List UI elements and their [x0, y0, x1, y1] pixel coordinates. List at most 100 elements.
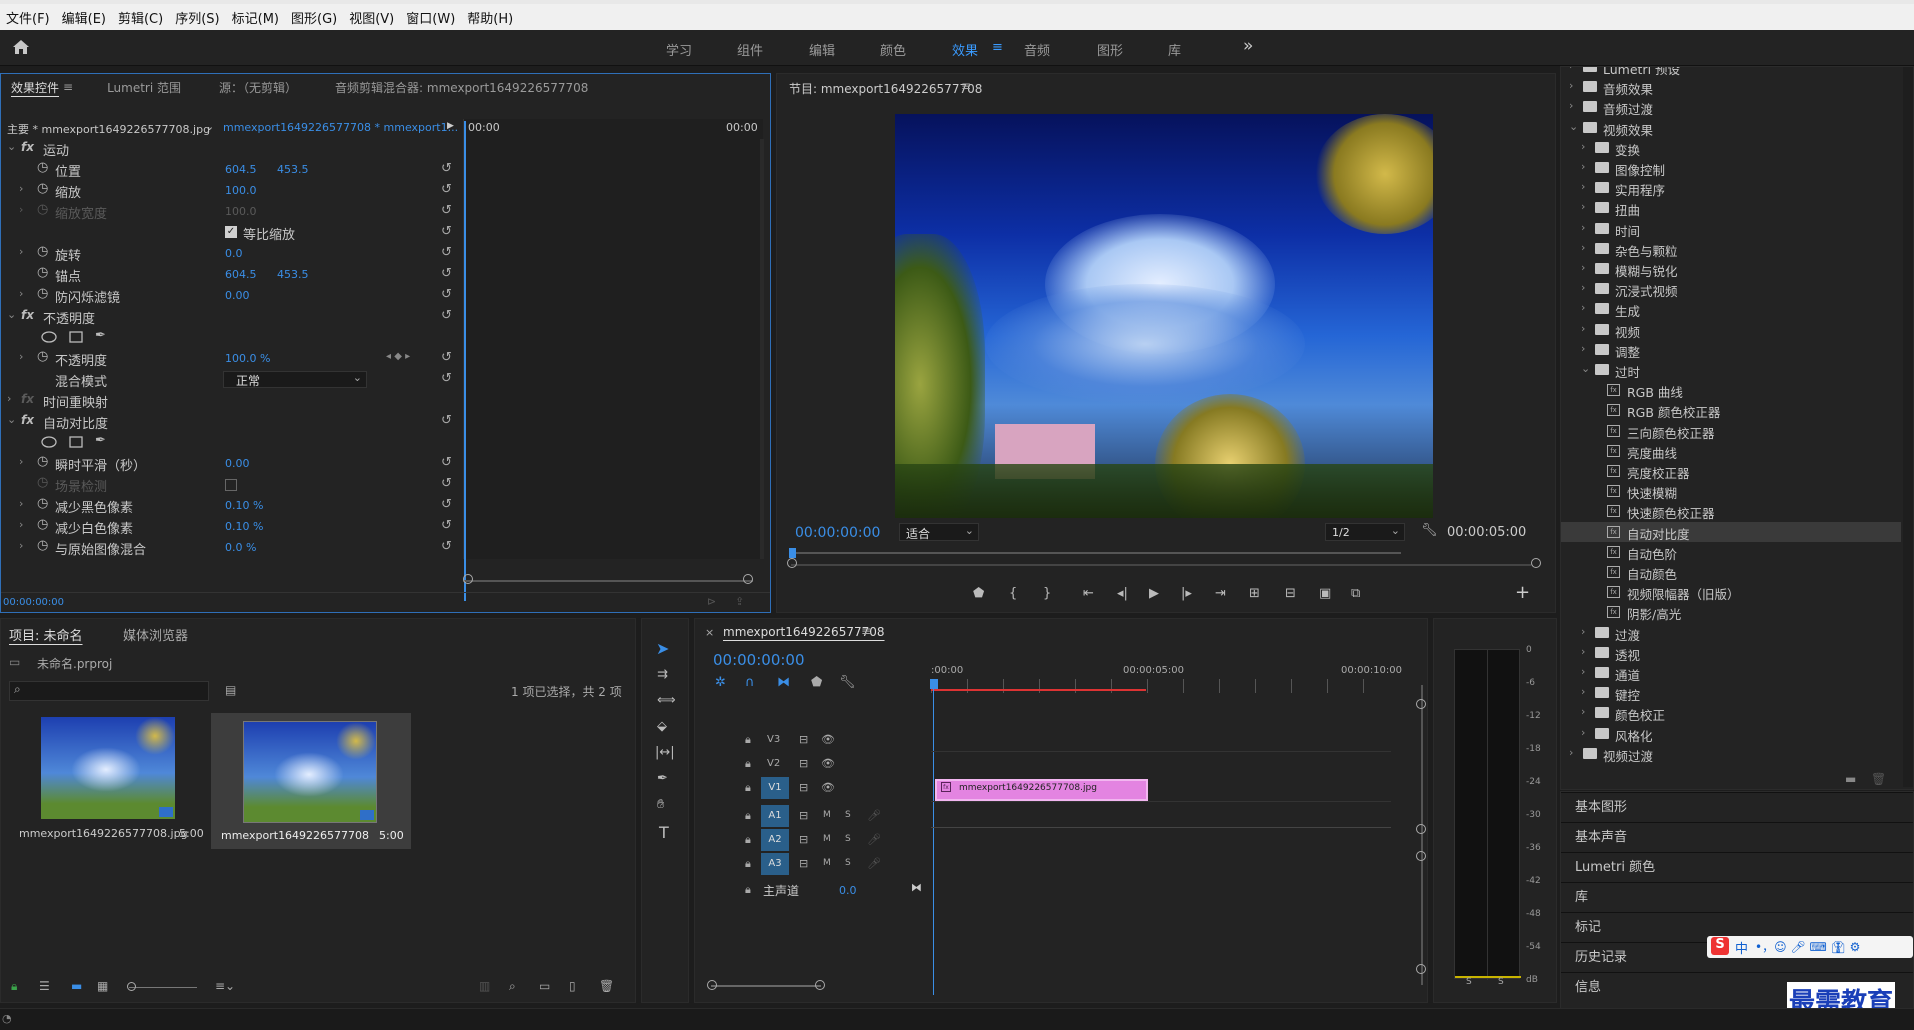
effect-tree-item[interactable]: fx 三向颜色校正器 — [1561, 421, 1901, 441]
rectangle-mask-icon[interactable] — [69, 436, 83, 448]
keyframe-nav-icon[interactable]: ◂ ◆ ▸ — [386, 351, 410, 362]
pen-tool-icon[interactable]: ✒ — [657, 771, 668, 786]
tab-menu-icon[interactable]: ≡ — [63, 80, 73, 94]
export-icon[interactable]: ⇪ — [735, 595, 744, 608]
section-opacity[interactable]: ⌄ fx 不透明度 ↺ — [1, 306, 463, 327]
rotation-value[interactable]: 0.0 — [225, 247, 243, 260]
effect-tree-item[interactable]: fx RGB 曲线 — [1561, 380, 1901, 400]
workspace-graphics[interactable]: 图形 — [1097, 40, 1123, 59]
mic-icon[interactable]: 🎤︎ — [867, 857, 881, 870]
panel-libraries[interactable]: 库 — [1561, 882, 1913, 912]
effect-tree-item[interactable]: ⌄ 过时 — [1561, 360, 1901, 380]
menu-help[interactable]: 帮助(H) — [461, 8, 519, 27]
reset-icon[interactable]: ↺ — [441, 518, 452, 533]
track-label[interactable]: V2 — [767, 758, 780, 769]
tab-media-browser[interactable]: 媒体浏览器 — [123, 625, 188, 644]
section-motion[interactable]: ⌄ fx 运动 — [1, 138, 463, 159]
ime-toolbar[interactable]: S 中 •，☺ 🎤︎ ⌨ 👔︎ ⚙ — [1707, 936, 1913, 958]
workspace-learn[interactable]: 学习 — [666, 40, 692, 59]
ellipse-mask-icon[interactable] — [41, 436, 57, 448]
reset-icon[interactable]: ↺ — [441, 455, 452, 470]
menu-clip[interactable]: 剪辑(C) — [112, 8, 169, 27]
mute-button[interactable]: M — [823, 834, 831, 844]
find-icon[interactable]: ⌕ — [509, 979, 516, 994]
effect-tree-item[interactable]: › 实用程序 — [1561, 178, 1901, 198]
pen-mask-icon[interactable]: ✒ — [95, 328, 106, 343]
export-frame-icon[interactable]: ▣ — [1319, 586, 1331, 601]
effect-tree-item[interactable]: fx 亮度校正器 — [1561, 461, 1901, 481]
v-scroll-handle[interactable] — [1416, 824, 1426, 834]
mark-out-icon[interactable]: } — [1043, 586, 1051, 601]
v-scroll-handle[interactable] — [1416, 699, 1426, 709]
lock-icon[interactable]: 🔒︎ — [745, 857, 751, 871]
razor-tool-icon[interactable]: ⬙ — [657, 719, 667, 734]
mic-icon[interactable]: 🎤︎ — [867, 833, 881, 846]
icon-view-icon[interactable]: ▬ — [71, 979, 82, 993]
reset-icon[interactable]: ↺ — [441, 308, 452, 323]
ec-playhead[interactable] — [464, 121, 466, 601]
stopwatch-icon[interactable]: ◷ — [37, 496, 48, 511]
reset-icon[interactable]: ↺ — [441, 266, 452, 281]
chevron-right-icon[interactable]: › — [1581, 200, 1585, 213]
close-tab-icon[interactable]: × — [705, 626, 714, 639]
reset-icon[interactable]: ↺ — [441, 224, 452, 239]
chevron-right-icon[interactable]: › — [1581, 685, 1585, 698]
solo-right-button[interactable]: S — [1498, 977, 1504, 987]
menu-file[interactable]: 文件(F) — [0, 8, 56, 27]
timeline-playhead[interactable] — [933, 685, 934, 995]
lock-icon[interactable]: 🔒︎ — [745, 833, 751, 847]
chevron-right-icon[interactable]: › — [1581, 160, 1585, 173]
anchor-y[interactable]: 453.5 — [277, 268, 309, 281]
solo-button[interactable]: S — [845, 834, 851, 844]
workspace-audio[interactable]: 音频 — [1024, 40, 1050, 59]
zoom-handle-right[interactable] — [1531, 558, 1541, 568]
chevron-right-icon[interactable]: › — [1581, 241, 1585, 254]
rectangle-mask-icon[interactable] — [69, 331, 83, 343]
track-select-tool-icon[interactable]: ⇉ — [657, 667, 668, 682]
zoom-handle-left[interactable] — [463, 574, 473, 584]
freeform-view-icon[interactable]: ▦ — [97, 979, 108, 993]
chevron-right-icon[interactable]: › — [1581, 180, 1585, 193]
eye-icon[interactable]: 👁︎ — [821, 733, 835, 746]
chevron-right-icon[interactable]: › — [1569, 79, 1573, 92]
chevron-right-icon[interactable]: › — [1581, 261, 1585, 274]
h-scroll-handle-left[interactable] — [707, 980, 717, 990]
ellipse-mask-icon[interactable] — [41, 331, 57, 343]
tab-lumetri-scopes[interactable]: Lumetri 范围 — [107, 79, 181, 96]
chevron-right-icon[interactable]: › — [1581, 221, 1585, 234]
eye-icon[interactable]: 👁︎ — [821, 757, 835, 770]
wrench-icon[interactable]: 🔧︎ — [1421, 523, 1438, 538]
uniform-scale-checkbox[interactable]: ✓ — [225, 226, 237, 238]
workspace-menu-icon[interactable]: ≡ — [992, 40, 1003, 55]
section-auto-contrast[interactable]: ⌄ fx 自动对比度 ↺ — [1, 411, 463, 432]
effect-tree-item[interactable]: fx 快速颜色校正器 — [1561, 501, 1901, 521]
zoom-handle-right[interactable] — [743, 574, 753, 584]
ime-mode[interactable]: 中 — [1735, 938, 1748, 957]
hand-tool-icon[interactable]: ✋︎ — [657, 797, 664, 812]
eye-icon[interactable]: 👁︎ — [821, 781, 835, 794]
menu-view[interactable]: 视图(V) — [343, 8, 400, 27]
slip-tool-icon[interactable]: |↔| — [655, 745, 675, 760]
track-label[interactable]: A2 — [761, 829, 789, 851]
effect-tree-item[interactable]: › 音频效果 — [1561, 77, 1901, 97]
smoothing-value[interactable]: 0.00 — [225, 457, 250, 470]
sync-lock-icon[interactable]: ⊟ — [799, 733, 808, 746]
mute-button[interactable]: M — [823, 810, 831, 820]
effect-tree-item[interactable]: › 图像控制 — [1561, 158, 1901, 178]
effect-tree-item[interactable]: fx RGB 颜色校正器 — [1561, 400, 1901, 420]
extract-icon[interactable]: ⊟ — [1285, 586, 1296, 601]
prop-white-clip[interactable]: › ◷ 减少白色像素 0.10 % ↺ — [1, 516, 463, 537]
workspace-libraries[interactable]: 库 — [1168, 40, 1181, 59]
prop-temporal-smoothing[interactable]: › ◷ 瞬时平滑（秒） 0.00 ↺ — [1, 453, 463, 474]
add-button-icon[interactable]: + — [1515, 582, 1530, 603]
sync-lock-icon[interactable]: ⊟ — [799, 781, 808, 794]
chevron-down-icon[interactable]: ⌄ — [1581, 362, 1590, 375]
linked-selection-icon[interactable]: ⧓ — [777, 675, 790, 690]
prop-position[interactable]: ◷ 位置 604.5 453.5 ↺ — [1, 159, 463, 180]
menu-edit[interactable]: 编辑(E) — [56, 8, 112, 27]
menu-sequence[interactable]: 序列(S) — [169, 8, 225, 27]
effect-tree-item[interactable]: › 视频 — [1561, 320, 1901, 340]
blend-mode-select[interactable]: 正常 ⌄ — [223, 371, 367, 388]
timeline-timecode[interactable]: 00:00:00:00 — [713, 651, 805, 669]
reset-icon[interactable]: ↺ — [441, 350, 452, 365]
